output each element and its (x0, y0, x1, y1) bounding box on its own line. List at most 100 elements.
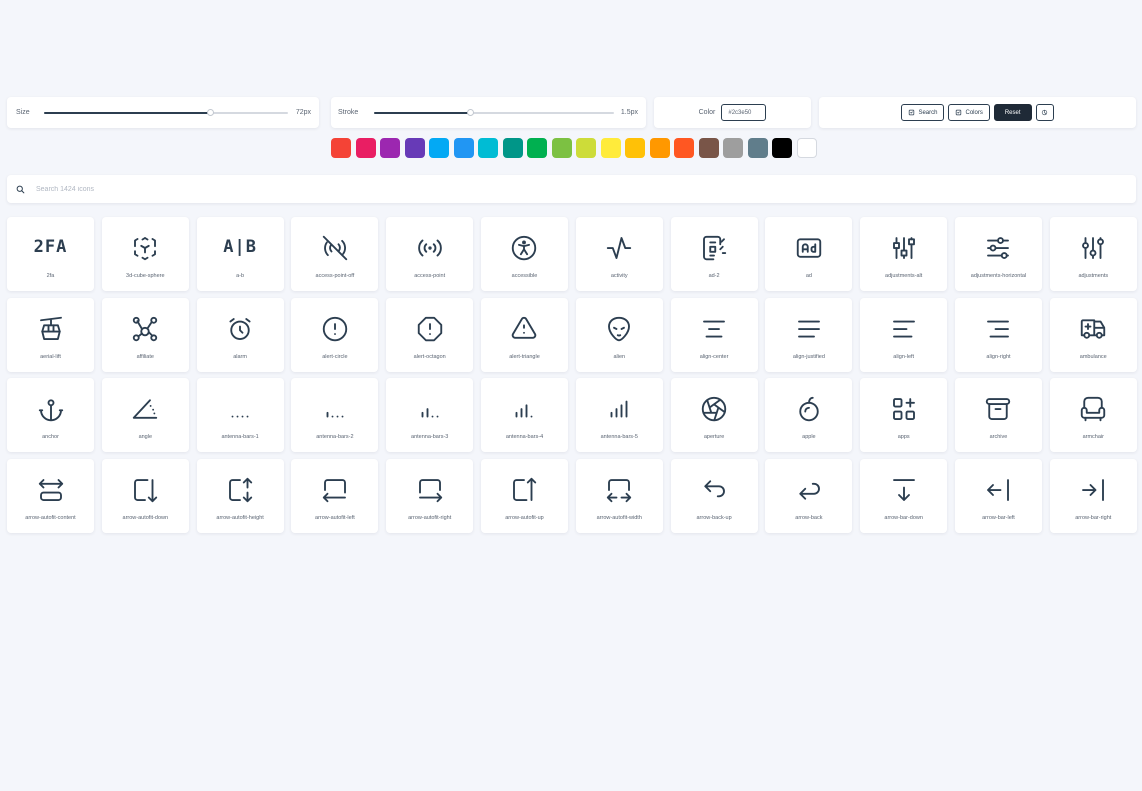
access-point-icon (415, 233, 445, 263)
icon-card-alien[interactable]: alien (575, 297, 663, 372)
size-slider[interactable] (44, 108, 288, 116)
icon-name-label: align-center (699, 353, 729, 360)
stroke-value: 1.5px (620, 109, 638, 116)
icon-card-antenna-bars-3[interactable]: antenna-bars-3 (386, 378, 474, 453)
icon-name-label: affiliate (136, 353, 154, 360)
color-swatch[interactable] (723, 138, 743, 158)
icon-name-label: antenna-bars-2 (316, 434, 354, 441)
color-swatch[interactable] (478, 138, 498, 158)
icon-card-alert-octagon[interactable]: alert-octagon (386, 297, 474, 372)
color-swatch[interactable] (429, 138, 449, 158)
icon-name-label: arrow-bar-right (1075, 515, 1112, 522)
icon-card-aperture[interactable]: aperture (670, 378, 758, 453)
icon-card-accessible[interactable]: accessible (480, 217, 568, 291)
color-swatch[interactable] (527, 138, 547, 158)
icon-card-3d-cube-sphere[interactable]: 3d-cube-sphere (101, 217, 189, 291)
search-button[interactable]: Search (901, 104, 945, 121)
color-swatch[interactable] (698, 138, 719, 158)
icon-card-activity[interactable]: activity (575, 217, 663, 291)
stroke-slider-fill (374, 111, 470, 114)
icon-card-armchair[interactable]: armchair (1049, 378, 1137, 453)
icon-card-anchor[interactable]: anchor (7, 378, 94, 453)
icon-card-align-justified[interactable]: align-justified (765, 297, 853, 372)
icon-card-antenna-bars-2[interactable]: antenna-bars-2 (291, 378, 379, 453)
color-swatch[interactable] (355, 138, 376, 158)
color-swatch[interactable] (674, 138, 694, 158)
icon-card-arrow-autofit-right[interactable]: arrow-autofit-right (386, 459, 474, 534)
accessible-icon (509, 233, 539, 263)
alert-triangle-icon (509, 314, 539, 344)
stroke-slider[interactable] (374, 108, 614, 116)
icon-card-antenna-bars-4[interactable]: antenna-bars-4 (480, 378, 568, 453)
color-swatch[interactable] (576, 138, 596, 158)
color-swatch[interactable] (404, 138, 425, 158)
color-swatch[interactable] (502, 138, 523, 158)
size-slider-thumb[interactable] (206, 108, 214, 116)
icon-card-ad-2[interactable]: ad-2 (670, 217, 758, 291)
contrast-icon (1041, 109, 1048, 116)
color-swatch[interactable] (331, 138, 351, 158)
icon-card-arrow-autofit-width[interactable]: arrow-autofit-width (575, 459, 663, 534)
icon-card-align-center[interactable]: align-center (670, 297, 758, 372)
icon-name-label: ambulance (1079, 353, 1107, 360)
icon-card-a-b[interactable]: A|B a-b (196, 217, 284, 291)
reset-button[interactable]: Reset (993, 104, 1032, 121)
color-swatch[interactable] (625, 138, 645, 158)
access-point-off-icon (320, 233, 350, 263)
icon-card-adjustments[interactable]: adjustments (1049, 217, 1137, 291)
icon-card-arrow-autofit-up[interactable]: arrow-autofit-up (480, 459, 568, 534)
icon-card-access-point-off[interactable]: access-point-off (291, 217, 379, 291)
arrow-autofit-left-icon (320, 475, 350, 505)
icon-card-alert-triangle[interactable]: alert-triangle (480, 297, 568, 372)
icon-card-adjustments-horizontal[interactable]: adjustments-horizontal (954, 217, 1042, 291)
icon-card-archive[interactable]: archive (954, 378, 1042, 453)
icon-card-alert-circle[interactable]: alert-circle (291, 297, 379, 372)
apple-icon (794, 394, 824, 424)
color-input[interactable]: #2c3e50 (721, 104, 767, 121)
color-swatch[interactable] (551, 138, 572, 158)
icon-card-arrow-autofit-height[interactable]: arrow-autofit-height (196, 459, 284, 534)
icon-card-arrow-autofit-down[interactable]: arrow-autofit-down (101, 459, 189, 534)
color-swatch[interactable] (380, 138, 400, 158)
icon-name-label: access-point (414, 273, 446, 279)
color-swatch[interactable] (453, 138, 474, 158)
adjustments-horizontal-icon (983, 233, 1013, 263)
icon-name-label: a-b (236, 273, 245, 279)
icon-card-ambulance[interactable]: ambulance (1049, 297, 1137, 372)
icon-card-access-point[interactable]: access-point (386, 217, 474, 291)
icon-card-adjustments-alt[interactable]: adjustments-alt (860, 217, 948, 291)
icon-card-arrow-autofit-content[interactable]: arrow-autofit-content (7, 459, 94, 534)
icon-card-align-left[interactable]: align-left (860, 297, 948, 372)
color-swatch[interactable] (747, 138, 768, 158)
icon-card-2fa[interactable]: 2FA 2fa (7, 217, 94, 291)
color-swatch[interactable] (600, 138, 621, 158)
icon-card-apple[interactable]: apple (765, 378, 853, 453)
icon-card-align-right[interactable]: align-right (954, 297, 1042, 372)
color-swatch[interactable] (796, 138, 817, 158)
color-swatch[interactable] (772, 138, 792, 158)
icon-card-arrow-bar-left[interactable]: arrow-bar-left (954, 459, 1042, 534)
icon-card-affiliate[interactable]: affiliate (101, 297, 189, 372)
icon-card-alarm[interactable]: alarm (196, 297, 284, 372)
icon-card-antenna-bars-1[interactable]: antenna-bars-1 (196, 378, 284, 453)
colors-button[interactable]: Colors (948, 104, 990, 121)
stroke-slider-thumb[interactable] (466, 108, 474, 116)
icon-card-antenna-bars-5[interactable]: antenna-bars-5 (575, 378, 663, 453)
arrow-autofit-right-icon (415, 475, 445, 505)
icon-card-arrow-back[interactable]: arrow-back (765, 459, 853, 534)
icon-card-aerial-lift[interactable]: aerial-lift (7, 297, 94, 372)
icon-card-arrow-bar-down[interactable]: arrow-bar-down (860, 459, 948, 534)
search-input[interactable] (36, 185, 636, 193)
icon-card-arrow-back-up[interactable]: arrow-back-up (670, 459, 758, 534)
theme-toggle-button[interactable] (1035, 104, 1054, 121)
icon-card-angle[interactable]: angle (101, 378, 189, 453)
arrow-autofit-up-icon (509, 475, 539, 505)
angle-icon (130, 394, 160, 424)
icon-card-ad[interactable]: ad (765, 217, 853, 291)
icon-card-arrow-bar-right[interactable]: arrow-bar-right (1049, 459, 1137, 534)
icon-card-apps[interactable]: apps (860, 378, 948, 453)
arrow-autofit-height-icon (225, 475, 255, 505)
icon-card-arrow-autofit-left[interactable]: arrow-autofit-left (291, 459, 379, 534)
alert-octagon-icon (415, 314, 445, 344)
color-swatch[interactable] (649, 138, 670, 158)
